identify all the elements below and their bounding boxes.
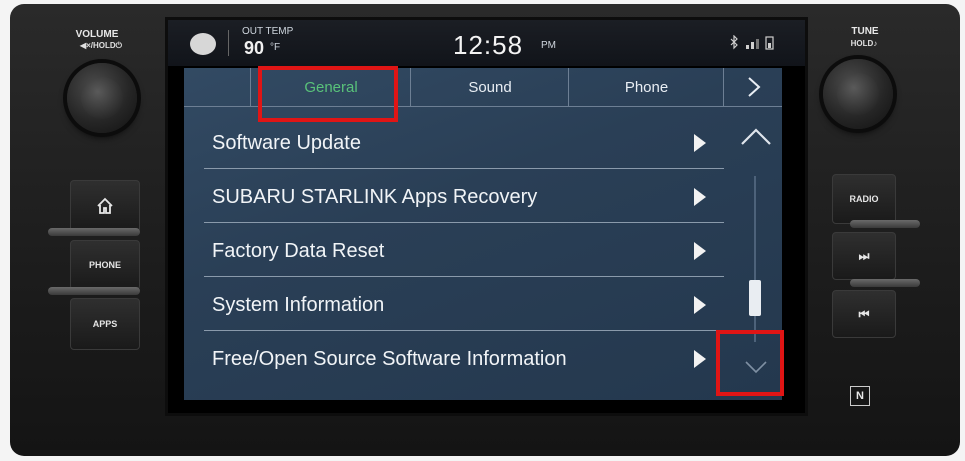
temp-unit: °F: [270, 42, 281, 53]
status-divider: [228, 30, 229, 56]
list-item-label: System Information: [212, 293, 385, 316]
list-item-label: Software Update: [212, 131, 361, 154]
volume-hold-label: ◀×/HOLD⏻: [79, 41, 123, 50]
list-item-starlink-recovery[interactable]: SUBARU STARLINK Apps Recovery: [204, 172, 724, 223]
list-item-label: Free/Open Source Software Information: [212, 347, 567, 370]
outside-temp-value: 90: [244, 38, 265, 58]
volume-knob-center: [81, 77, 123, 119]
chevron-right-icon: [747, 77, 760, 97]
phone-button[interactable]: PHONE: [70, 240, 140, 290]
button-divider: [48, 287, 140, 295]
list-item-software-update[interactable]: Software Update: [204, 118, 724, 169]
apps-button[interactable]: APPS: [70, 298, 140, 350]
chevron-up-icon: [741, 128, 771, 145]
source-icon[interactable]: [190, 33, 216, 55]
play-arrow-icon: [694, 296, 706, 314]
scroll-up-button[interactable]: [736, 122, 776, 162]
tab-phone[interactable]: Phone: [568, 68, 724, 106]
next-track-button[interactable]: ⏭: [832, 232, 896, 280]
highlight-general-tab: [258, 66, 398, 122]
play-arrow-icon: [694, 134, 706, 152]
list-item-factory-reset[interactable]: Factory Data Reset: [204, 226, 724, 277]
volume-label: VOLUME: [75, 29, 119, 40]
signal-icon: [746, 45, 749, 49]
status-bar: OUT TEMP 90 °F 12:58 PM: [168, 20, 805, 66]
tune-label: TUNE: [851, 26, 879, 37]
play-arrow-icon: [694, 242, 706, 260]
tune-knob-center: [837, 73, 879, 115]
list-item-foss-info[interactable]: Free/Open Source Software Information: [204, 334, 724, 384]
home-button[interactable]: [70, 180, 140, 232]
previous-track-button[interactable]: ⏮: [832, 290, 896, 338]
tab-next-button[interactable]: [723, 68, 783, 106]
list-item-system-info[interactable]: System Information: [204, 280, 724, 331]
clock-meridiem: PM: [541, 40, 556, 51]
button-divider: [48, 228, 140, 236]
list-item-label: SUBARU STARLINK Apps Recovery: [212, 185, 538, 208]
home-icon: [97, 197, 113, 214]
tab-spacer: [184, 68, 250, 106]
clock: 12:58: [453, 30, 524, 60]
list-item-label: Factory Data Reset: [212, 239, 385, 262]
button-divider: [850, 220, 920, 228]
radio-button[interactable]: RADIO: [832, 174, 896, 224]
tune-hold-label: HOLD♪: [850, 39, 878, 48]
nfc-icon: N: [850, 386, 870, 406]
play-arrow-icon: [694, 350, 706, 368]
button-divider: [850, 279, 920, 287]
tune-knob[interactable]: [823, 59, 893, 129]
status-icons: [730, 35, 774, 50]
outside-temp-label: OUT TEMP: [242, 26, 294, 37]
play-arrow-icon: [694, 188, 706, 206]
tab-sound[interactable]: Sound: [410, 68, 569, 106]
bluetooth-icon: [730, 35, 738, 50]
highlight-scroll-down: [716, 330, 784, 396]
scroll-track[interactable]: [754, 176, 756, 342]
volume-knob[interactable]: [67, 63, 137, 133]
scroll-thumb[interactable]: [749, 280, 761, 316]
